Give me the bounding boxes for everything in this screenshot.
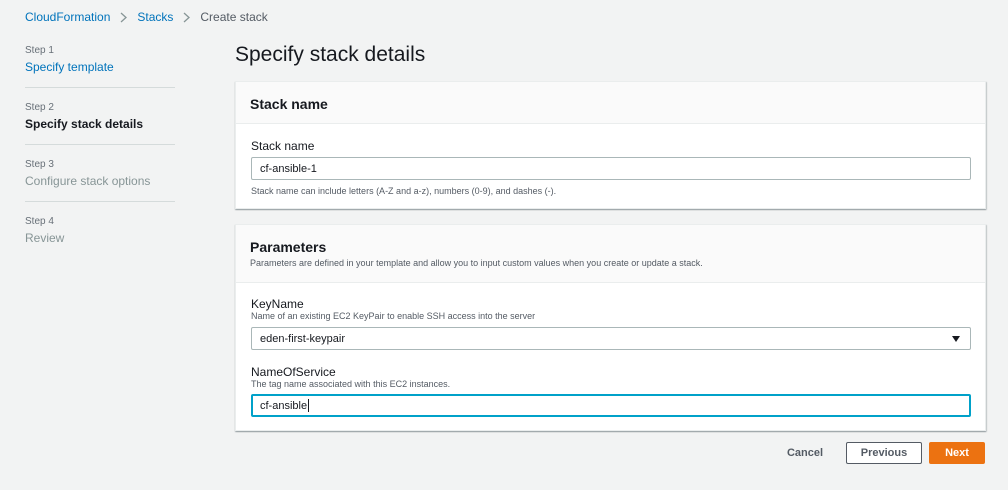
step-number: Step 3 bbox=[25, 159, 54, 170]
chevron-right-icon bbox=[183, 12, 191, 23]
panel-header: Stack name bbox=[236, 82, 985, 124]
breadcrumb-current: Create stack bbox=[200, 10, 268, 24]
step-title-review: Review bbox=[25, 231, 65, 245]
step-link-specify-template[interactable]: Specify template bbox=[25, 59, 175, 75]
page-title: Specify stack details bbox=[235, 43, 426, 66]
breadcrumb: CloudFormation Stacks Create stack bbox=[25, 10, 268, 24]
previous-button[interactable]: Previous bbox=[846, 442, 922, 464]
wizard-step-2: Step 2 Specify stack details bbox=[25, 97, 175, 145]
panel-title: Stack name bbox=[250, 96, 328, 112]
step-number: Step 2 bbox=[25, 102, 54, 113]
step-title-specify-stack-details: Specify stack details bbox=[25, 117, 144, 131]
stack-name-label: Stack name bbox=[251, 139, 315, 153]
text-cursor bbox=[308, 399, 310, 412]
stack-name-hint: Stack name can include letters (A-Z and … bbox=[251, 186, 557, 196]
nameofservice-input[interactable]: cf-ansible bbox=[251, 394, 971, 417]
panel-header: Parameters Parameters are defined in you… bbox=[236, 225, 985, 283]
step-number: Step 1 bbox=[25, 45, 54, 56]
cancel-button[interactable]: Cancel bbox=[774, 442, 836, 464]
wizard-step-4: Step 4 Review bbox=[25, 211, 175, 258]
panel-description: Parameters are defined in your template … bbox=[250, 258, 703, 268]
nameofservice-value: cf-ansible bbox=[260, 399, 308, 412]
wizard-steps: Step 1 Specify template Step 2 Specify s… bbox=[25, 40, 175, 267]
step-title-configure-stack-options: Configure stack options bbox=[25, 174, 151, 188]
keyname-select[interactable]: eden-first-keypair bbox=[251, 327, 971, 350]
wizard-step-3: Step 3 Configure stack options bbox=[25, 154, 175, 202]
step-number: Step 4 bbox=[25, 216, 54, 227]
panel-title: Parameters bbox=[250, 239, 327, 255]
caret-down-icon bbox=[952, 335, 960, 342]
panel-body: KeyName Name of an existing EC2 KeyPair … bbox=[236, 283, 985, 417]
stack-name-input[interactable]: cf-ansible-1 bbox=[251, 157, 971, 180]
parameters-panel: Parameters Parameters are defined in you… bbox=[235, 224, 986, 431]
breadcrumb-cloudformation-link[interactable]: CloudFormation bbox=[25, 10, 110, 24]
stack-name-panel: Stack name Stack name cf-ansible-1 Stack… bbox=[235, 81, 986, 209]
stack-name-value: cf-ansible-1 bbox=[260, 162, 317, 175]
keyname-description: Name of an existing EC2 KeyPair to enabl… bbox=[251, 311, 536, 321]
nameofservice-description: The tag name associated with this EC2 in… bbox=[251, 379, 451, 389]
breadcrumb-stacks-link[interactable]: Stacks bbox=[137, 10, 173, 24]
panel-body: Stack name cf-ansible-1 Stack name can i… bbox=[236, 124, 985, 196]
keyname-label: KeyName bbox=[251, 297, 304, 311]
chevron-right-icon bbox=[120, 12, 128, 23]
next-button[interactable]: Next bbox=[929, 442, 985, 464]
keyname-selected-value: eden-first-keypair bbox=[260, 332, 345, 345]
wizard-step-1: Step 1 Specify template bbox=[25, 40, 175, 88]
nameofservice-label: NameOfService bbox=[251, 365, 336, 379]
